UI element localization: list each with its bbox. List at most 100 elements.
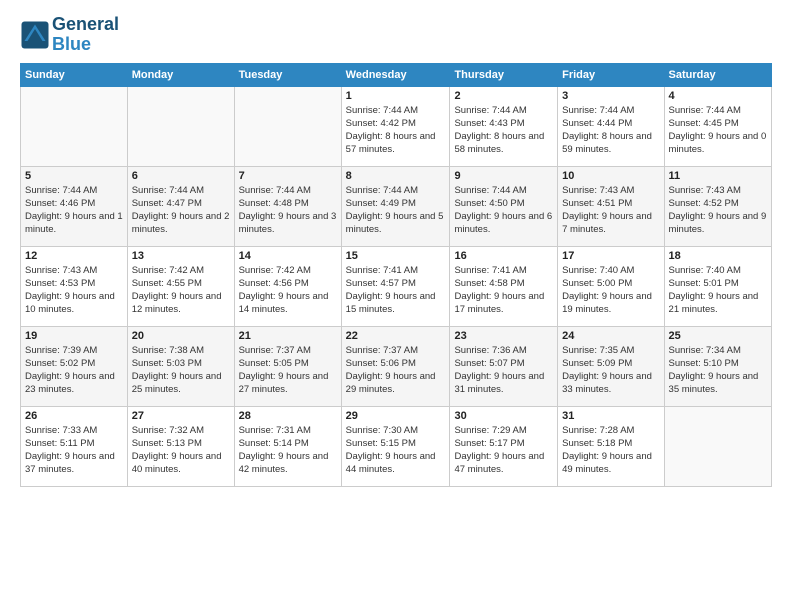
calendar-cell: 10 Sunrise: 7:43 AM Sunset: 4:51 PM Dayli… [558,166,664,246]
day-info: Sunrise: 7:37 AM Sunset: 5:05 PM Dayligh… [239,344,337,397]
day-number: 1 [346,90,446,102]
weekday-header: Friday [558,63,664,86]
day-number: 25 [669,330,767,342]
calendar-cell: 27 Sunrise: 7:32 AM Sunset: 5:13 PM Dayli… [127,406,234,486]
day-info: Sunrise: 7:44 AM Sunset: 4:46 PM Dayligh… [25,184,123,237]
calendar-cell: 23 Sunrise: 7:36 AM Sunset: 5:07 PM Dayli… [450,326,558,406]
day-info: Sunrise: 7:44 AM Sunset: 4:48 PM Dayligh… [239,184,337,237]
day-info: Sunrise: 7:40 AM Sunset: 5:00 PM Dayligh… [562,264,659,317]
day-info: Sunrise: 7:34 AM Sunset: 5:10 PM Dayligh… [669,344,767,397]
day-number: 5 [25,170,123,182]
day-info: Sunrise: 7:44 AM Sunset: 4:43 PM Dayligh… [454,104,553,157]
day-number: 13 [132,250,230,262]
day-info: Sunrise: 7:43 AM Sunset: 4:53 PM Dayligh… [25,264,123,317]
day-number: 23 [454,330,553,342]
calendar-cell: 19Sunrise: 7:39 AM Sunset: 5:02 PM Dayli… [21,326,128,406]
calendar-cell: 18 Sunrise: 7:40 AM Sunset: 5:01 PM Dayli… [664,246,771,326]
calendar-cell: 2 Sunrise: 7:44 AM Sunset: 4:43 PM Daylig… [450,86,558,166]
day-number: 29 [346,410,446,422]
day-number: 22 [346,330,446,342]
day-number: 18 [669,250,767,262]
day-number: 8 [346,170,446,182]
calendar-cell: 28Sunrise: 7:31 AM Sunset: 5:14 PM Dayli… [234,406,341,486]
day-number: 9 [454,170,553,182]
logo: General Blue [20,15,119,55]
calendar-cell: 15Sunrise: 7:41 AM Sunset: 4:57 PM Dayli… [341,246,450,326]
calendar-cell [664,406,771,486]
day-info: Sunrise: 7:44 AM Sunset: 4:45 PM Dayligh… [669,104,767,157]
weekday-header: Sunday [21,63,128,86]
day-number: 28 [239,410,337,422]
day-number: 21 [239,330,337,342]
calendar-cell: 16 Sunrise: 7:41 AM Sunset: 4:58 PM Dayli… [450,246,558,326]
calendar-cell: 31 Sunrise: 7:28 AM Sunset: 5:18 PM Dayli… [558,406,664,486]
page: General Blue SundayMondayTuesdayWednesda… [0,0,792,612]
calendar: SundayMondayTuesdayWednesdayThursdayFrid… [20,63,772,487]
day-number: 10 [562,170,659,182]
calendar-cell: 30Sunrise: 7:29 AM Sunset: 5:17 PM Dayli… [450,406,558,486]
calendar-cell: 25 Sunrise: 7:34 AM Sunset: 5:10 PM Dayli… [664,326,771,406]
day-number: 7 [239,170,337,182]
calendar-cell: 9Sunrise: 7:44 AM Sunset: 4:50 PM Daylig… [450,166,558,246]
day-info: Sunrise: 7:42 AM Sunset: 4:55 PM Dayligh… [132,264,230,317]
weekday-header: Monday [127,63,234,86]
day-info: Sunrise: 7:41 AM Sunset: 4:58 PM Dayligh… [454,264,553,317]
logo-text: General Blue [52,15,119,55]
day-number: 17 [562,250,659,262]
calendar-cell: 22 Sunrise: 7:37 AM Sunset: 5:06 PM Dayli… [341,326,450,406]
day-info: Sunrise: 7:41 AM Sunset: 4:57 PM Dayligh… [346,264,446,317]
weekday-header: Tuesday [234,63,341,86]
day-number: 11 [669,170,767,182]
calendar-cell: 3 Sunrise: 7:44 AM Sunset: 4:44 PM Daylig… [558,86,664,166]
day-info: Sunrise: 7:44 AM Sunset: 4:44 PM Dayligh… [562,104,659,157]
calendar-cell: 8 Sunrise: 7:44 AM Sunset: 4:49 PM Daylig… [341,166,450,246]
day-info: Sunrise: 7:29 AM Sunset: 5:17 PM Dayligh… [454,424,553,477]
calendar-header: SundayMondayTuesdayWednesdayThursdayFrid… [21,63,772,86]
calendar-week-row: 1Sunrise: 7:44 AM Sunset: 4:42 PM Daylig… [21,86,772,166]
day-info: Sunrise: 7:35 AM Sunset: 5:09 PM Dayligh… [562,344,659,397]
calendar-cell [21,86,128,166]
calendar-cell: 24 Sunrise: 7:35 AM Sunset: 5:09 PM Dayli… [558,326,664,406]
day-number: 31 [562,410,659,422]
calendar-cell: 20 Sunrise: 7:38 AM Sunset: 5:03 PM Dayli… [127,326,234,406]
day-info: Sunrise: 7:44 AM Sunset: 4:47 PM Dayligh… [132,184,230,237]
day-number: 2 [454,90,553,102]
day-info: Sunrise: 7:36 AM Sunset: 5:07 PM Dayligh… [454,344,553,397]
weekday-row: SundayMondayTuesdayWednesdayThursdayFrid… [21,63,772,86]
day-number: 16 [454,250,553,262]
day-number: 6 [132,170,230,182]
header: General Blue [20,15,772,55]
calendar-body: 1Sunrise: 7:44 AM Sunset: 4:42 PM Daylig… [21,86,772,486]
day-info: Sunrise: 7:42 AM Sunset: 4:56 PM Dayligh… [239,264,337,317]
calendar-week-row: 12 Sunrise: 7:43 AM Sunset: 4:53 PM Dayli… [21,246,772,326]
calendar-cell: 7 Sunrise: 7:44 AM Sunset: 4:48 PM Daylig… [234,166,341,246]
day-number: 26 [25,410,123,422]
day-info: Sunrise: 7:38 AM Sunset: 5:03 PM Dayligh… [132,344,230,397]
weekday-header: Wednesday [341,63,450,86]
day-info: Sunrise: 7:30 AM Sunset: 5:15 PM Dayligh… [346,424,446,477]
day-number: 27 [132,410,230,422]
day-number: 12 [25,250,123,262]
day-info: Sunrise: 7:37 AM Sunset: 5:06 PM Dayligh… [346,344,446,397]
day-info: Sunrise: 7:33 AM Sunset: 5:11 PM Dayligh… [25,424,123,477]
weekday-header: Thursday [450,63,558,86]
day-number: 20 [132,330,230,342]
calendar-cell: 13 Sunrise: 7:42 AM Sunset: 4:55 PM Dayli… [127,246,234,326]
day-number: 3 [562,90,659,102]
day-number: 19 [25,330,123,342]
calendar-cell: 6 Sunrise: 7:44 AM Sunset: 4:47 PM Daylig… [127,166,234,246]
calendar-week-row: 5 Sunrise: 7:44 AM Sunset: 4:46 PM Daylig… [21,166,772,246]
calendar-cell: 26 Sunrise: 7:33 AM Sunset: 5:11 PM Dayli… [21,406,128,486]
day-number: 24 [562,330,659,342]
day-info: Sunrise: 7:43 AM Sunset: 4:51 PM Dayligh… [562,184,659,237]
day-info: Sunrise: 7:32 AM Sunset: 5:13 PM Dayligh… [132,424,230,477]
calendar-week-row: 26 Sunrise: 7:33 AM Sunset: 5:11 PM Dayli… [21,406,772,486]
calendar-cell [234,86,341,166]
day-info: Sunrise: 7:44 AM Sunset: 4:49 PM Dayligh… [346,184,446,237]
calendar-cell: 5 Sunrise: 7:44 AM Sunset: 4:46 PM Daylig… [21,166,128,246]
day-info: Sunrise: 7:28 AM Sunset: 5:18 PM Dayligh… [562,424,659,477]
day-number: 14 [239,250,337,262]
calendar-cell: 29 Sunrise: 7:30 AM Sunset: 5:15 PM Dayli… [341,406,450,486]
day-info: Sunrise: 7:40 AM Sunset: 5:01 PM Dayligh… [669,264,767,317]
calendar-cell: 12 Sunrise: 7:43 AM Sunset: 4:53 PM Dayli… [21,246,128,326]
